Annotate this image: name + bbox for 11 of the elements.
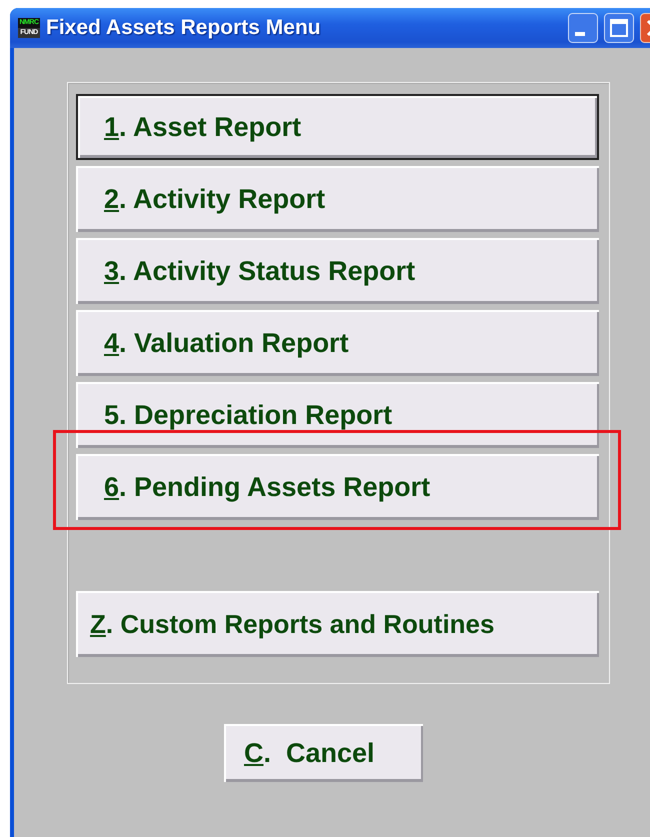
menu-button[interactable]: 6. Pending Assets Report [76, 454, 599, 520]
maximize-button[interactable] [604, 13, 634, 43]
menu-button[interactable]: Z. Custom Reports and Routines [76, 591, 599, 657]
window-title: Fixed Assets Reports Menu [46, 16, 321, 40]
menu-button[interactable]: 4. Valuation Report [76, 310, 599, 376]
menu-button[interactable]: 3. Activity Status Report [76, 238, 599, 304]
cancel-button[interactable]: C. Cancel [224, 724, 423, 782]
menu-button[interactable]: 1. Asset Report [76, 94, 599, 160]
menu-button[interactable]: 2. Activity Report [76, 166, 599, 232]
menu-button[interactable]: 5. Depreciation Report [76, 382, 599, 448]
minimize-button[interactable] [568, 13, 598, 43]
